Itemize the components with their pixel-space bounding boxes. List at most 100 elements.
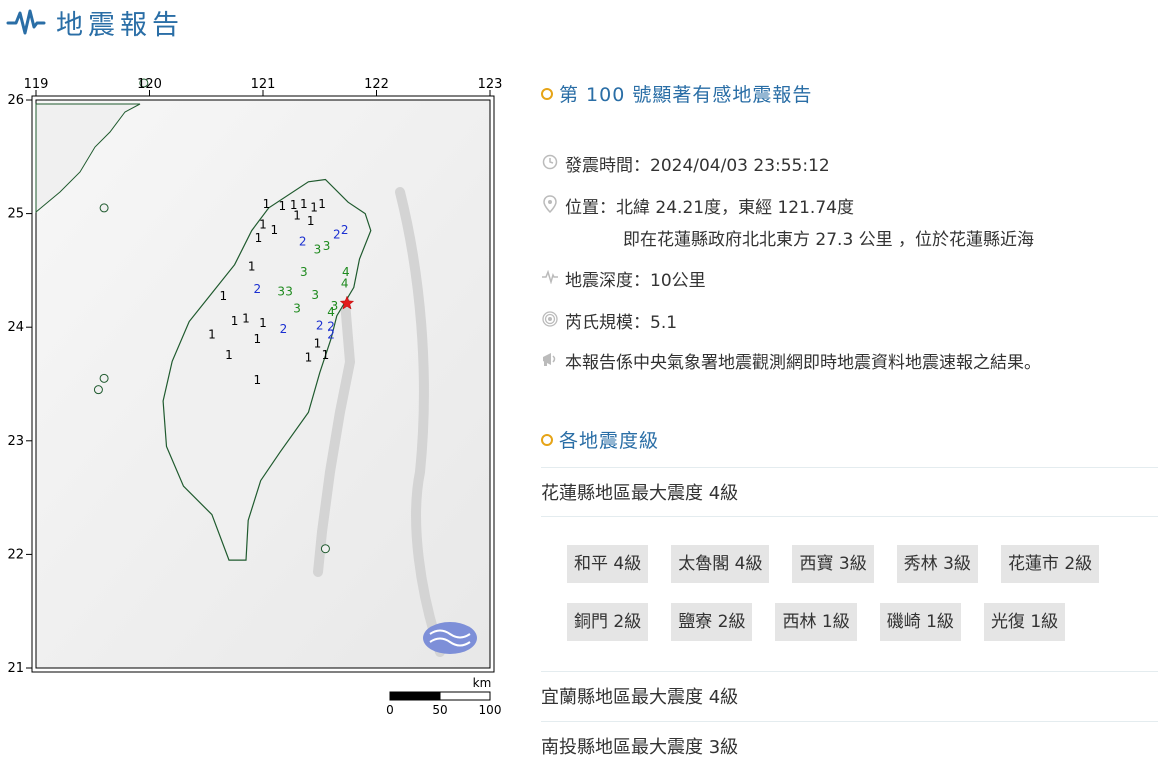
agency-logo-icon — [423, 622, 477, 654]
intensity-label: 1 — [254, 373, 262, 387]
time-text: 發震時間：2024/04/03 23:55:12 — [565, 156, 830, 176]
intensity-label: 2 — [280, 322, 288, 336]
station-chip[interactable]: 秀林 3級 — [896, 545, 978, 583]
lat-tick-label: 22 — [7, 547, 24, 562]
lat-tick-label: 25 — [7, 207, 24, 222]
intensity-label: 1 — [255, 231, 263, 245]
lon-tick-label: 119 — [24, 77, 49, 92]
intensity-label: 1 — [300, 197, 308, 211]
note-row: 本報告係中央氣象署地震觀測網即時地震資料地震速報之結果。 — [541, 348, 1041, 373]
station-chip[interactable]: 西林 1級 — [775, 603, 857, 641]
intensity-label: 4 — [341, 276, 349, 290]
station-chip[interactable]: 西寶 3級 — [792, 545, 874, 583]
station-chips: 和平 4級 太魯閣 4級 西寶 3級 秀林 3級 花蓮市 2級 銅門 2級 鹽寮… — [567, 545, 1157, 661]
intensity-label: 1 — [293, 208, 301, 222]
island — [99, 373, 109, 383]
intensity-label: 1 — [219, 289, 227, 303]
intensity-label: 1 — [259, 316, 267, 330]
seismograph-icon — [6, 9, 46, 35]
ripple-icon — [541, 310, 559, 328]
intensity-label: 4 — [327, 305, 335, 319]
scale-tick-label: 0 — [386, 703, 394, 717]
intensity-label: 2 — [299, 234, 307, 248]
page-title: 地震報告 — [56, 9, 184, 41]
station-chip[interactable]: 花蓮市 2級 — [1000, 545, 1100, 583]
intensity-label: 1 — [248, 259, 256, 273]
lon-tick-label: 122 — [364, 77, 389, 92]
scale-bar-light — [439, 691, 491, 701]
intensity-title-text: 各地震度級 — [559, 430, 660, 452]
intensity-label: 1 — [305, 350, 313, 364]
intensity-label: 3 — [285, 284, 293, 298]
station-chip[interactable]: 磯崎 1級 — [879, 603, 961, 641]
scale-bar-dark — [390, 692, 440, 700]
megaphone-icon — [541, 350, 559, 368]
intensity-label: 3 — [314, 242, 322, 256]
report-title-text: 第 100 號顯著有感地震報告 — [559, 84, 813, 106]
intensity-label: 1 — [225, 348, 233, 362]
island — [320, 544, 330, 554]
intensity-label: 1 — [254, 332, 262, 346]
intensity-label: 2 — [327, 328, 335, 342]
intensity-label: 1 — [278, 199, 286, 213]
intensity-label: 1 — [310, 200, 318, 214]
page-header: 地震報告 — [6, 4, 184, 41]
wave-icon — [541, 268, 559, 286]
intensity-label: 1 — [322, 348, 330, 362]
depth-row: 地震深度：10公里 — [541, 266, 706, 291]
intensity-label: 3 — [277, 284, 285, 298]
intensity-label: 3 — [323, 239, 331, 253]
report-title: 第 100 號顯著有感地震報告 — [541, 80, 812, 107]
intensity-title: 各地震度級 — [541, 426, 659, 453]
intensity-label: 1 — [259, 217, 267, 231]
intensity-label: 2 — [254, 282, 262, 296]
note-text: 本報告係中央氣象署地震觀測網即時地震資料地震速報之結果。 — [565, 353, 1041, 373]
clock-icon — [541, 153, 559, 171]
lat-tick-label: 26 — [7, 93, 24, 108]
county-row-yilan[interactable]: 宜蘭縣地區最大震度 4級 — [541, 671, 1158, 720]
scale-tick-label: 50 — [432, 703, 447, 717]
island — [99, 203, 109, 213]
magnitude-row: 芮氏規模：5.1 — [541, 308, 677, 333]
station-chip[interactable]: 和平 4級 — [567, 545, 649, 583]
map-svg: 119 120 121 122 123262524232221 1 1 1 1 1 11 111 12… — [7, 77, 503, 717]
intensity-label: 3 — [311, 288, 319, 302]
intensity-label: 1 — [318, 197, 326, 211]
bullet-icon — [541, 433, 553, 446]
lon-tick-label: 120 — [137, 77, 162, 92]
location-text: 位置：北緯 24.21度，東經 121.74度 — [565, 198, 854, 218]
county-row-hualien[interactable]: 花蓮縣地區最大震度 4級 — [541, 467, 1158, 516]
intensity-label: 3 — [300, 265, 308, 279]
intensity-label: 3 — [293, 301, 301, 315]
station-chip[interactable]: 銅門 2級 — [567, 603, 649, 641]
intensity-label: 1 — [271, 223, 279, 237]
bullet-icon — [541, 87, 553, 100]
intensity-label: 2 — [316, 318, 324, 332]
lon-tick-label: 123 — [478, 77, 503, 92]
island — [93, 385, 103, 395]
intensity-label: 2 — [341, 223, 349, 237]
depth-text: 地震深度：10公里 — [565, 271, 706, 291]
location-row: 位置：北緯 24.21度，東經 121.74度 — [541, 193, 854, 218]
intensity-label: 1 — [314, 337, 322, 351]
station-chip[interactable]: 太魯閣 4級 — [671, 545, 770, 583]
earthquake-map[interactable]: 119 120 121 122 123 26 25 24 23 22 21 111111111112… — [0, 72, 520, 722]
station-chip[interactable]: 鹽寮 2級 — [671, 603, 753, 641]
intensity-label: 1 — [242, 312, 250, 326]
station-chip[interactable]: 光復 1級 — [983, 603, 1066, 641]
intensity-label: 1 — [307, 214, 315, 228]
county-label: 南投縣地區最大震度 3級 — [541, 737, 739, 758]
intensity-label: 1 — [208, 328, 216, 342]
scale-tick-label: 100 — [479, 703, 502, 717]
intensity-label: 2 — [333, 228, 341, 242]
lon-tick-label: 121 — [251, 77, 276, 92]
scale-unit-label: km — [473, 676, 492, 690]
intensity-label: 1 — [231, 314, 239, 328]
map-pin-icon — [541, 195, 559, 213]
lat-tick-label: 21 — [7, 661, 24, 676]
location-detail: 即在花蓮縣政府北北東方 27.3 公里 ，位於花蓮縣近海 — [623, 230, 1035, 250]
lat-tick-label: 23 — [7, 434, 24, 449]
lat-tick-label: 24 — [7, 320, 24, 335]
county-label: 花蓮縣地區最大震度 4級 — [541, 483, 739, 504]
county-label: 宜蘭縣地區最大震度 4級 — [541, 687, 739, 708]
